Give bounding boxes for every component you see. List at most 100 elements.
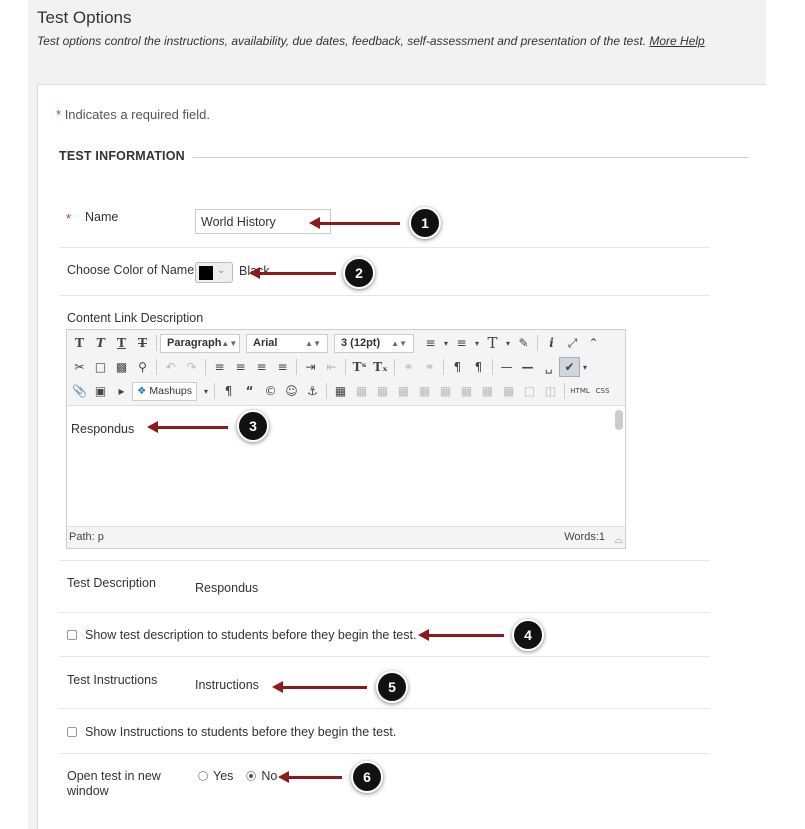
bold-icon[interactable]: T (69, 333, 90, 353)
paste-icon[interactable]: ▩ (111, 357, 132, 377)
show-description-label: Show test description to students before… (85, 628, 417, 642)
content-link-label: Content Link Description (67, 311, 204, 325)
highlight-icon[interactable]: ✎ (513, 333, 534, 353)
align-center-icon[interactable]: ≡ (230, 357, 251, 377)
more-help-link[interactable]: More Help (649, 34, 704, 48)
attach-file-icon[interactable]: 📎 (69, 381, 90, 401)
align-right-icon[interactable]: ≡ (251, 357, 272, 377)
toolbar-separator (214, 383, 216, 399)
color-picker-button[interactable]: ⌄ (195, 262, 233, 283)
ltr-icon[interactable]: ¶ (447, 357, 468, 377)
insert-media-icon[interactable]: ▸ (111, 381, 132, 401)
toolbar-separator (296, 359, 297, 375)
undo-icon[interactable]: ↶ (160, 357, 181, 377)
show-description-option: Show test description to students before… (67, 628, 416, 642)
font-size-value: 3 (12pt) (341, 337, 381, 349)
copy-icon[interactable]: □ (90, 357, 111, 377)
insert-table-icon[interactable]: ▦ (330, 381, 351, 401)
chevron-down-icon[interactable]: ▾ (580, 357, 590, 377)
mashups-menu-button[interactable]: ❖ Mashups (132, 381, 198, 401)
callout-arrow (147, 421, 228, 433)
search-icon[interactable]: ⚲ (132, 357, 153, 377)
chevron-down-icon[interactable]: ▾ (472, 333, 482, 353)
emoticon-icon[interactable]: ☺ (281, 381, 302, 401)
table-merge-cell-icon[interactable]: ▦ (498, 381, 519, 401)
paragraph-mark-icon[interactable]: ¶ (218, 381, 239, 401)
copyright-icon[interactable]: © (260, 381, 281, 401)
nonbreaking-space-icon[interactable]: ␣ (538, 357, 559, 377)
table-col-before-icon[interactable]: ▦ (414, 381, 435, 401)
callout-badge-5: 5 (376, 671, 408, 703)
callout-arrow (272, 681, 367, 693)
justify-icon[interactable]: ≡ (272, 357, 293, 377)
rtl-icon[interactable]: ¶ (468, 357, 489, 377)
chevron-down-icon[interactable]: ▾ (441, 333, 451, 353)
row-divider (59, 612, 710, 613)
font-family-select[interactable]: Arial ▲▼ (246, 333, 328, 353)
underline-icon[interactable]: T (111, 333, 132, 353)
chevron-down-icon[interactable]: ▾ (201, 381, 211, 401)
table-split-cell-icon[interactable]: ▦ (477, 381, 498, 401)
toolbar-separator (345, 359, 346, 375)
link-icon[interactable]: ⚭ (398, 357, 419, 377)
table-delete-row-icon[interactable]: ▦ (393, 381, 414, 401)
word-count: Words:1 (564, 531, 605, 543)
table-col-after-icon[interactable]: ▦ (435, 381, 456, 401)
toolbar-separator (564, 383, 566, 399)
anchor-icon[interactable]: ⚓ (302, 381, 323, 401)
required-note-text: Indicates a required field. (64, 107, 210, 122)
show-instructions-checkbox[interactable] (67, 727, 77, 737)
css-button[interactable]: CSS (592, 381, 613, 401)
select-arrow-icon: ▲▼ (305, 338, 321, 348)
cut-icon[interactable]: ✂ (69, 357, 90, 377)
callout-badge-6: 6 (351, 761, 383, 793)
spellcheck-icon[interactable]: ✔ (559, 357, 580, 377)
resize-grip-icon[interactable]: ⌓ (614, 534, 623, 547)
align-left-icon[interactable]: ≡ (209, 357, 230, 377)
subscript-icon[interactable]: Tₓ (370, 357, 391, 377)
thick-rule-icon[interactable]: — (517, 357, 538, 377)
toolbar-separator (394, 359, 395, 375)
outdent-icon[interactable]: ⇤ (321, 357, 342, 377)
superscript-icon[interactable]: Tˢ (349, 357, 370, 377)
bullet-list-icon[interactable]: ≡ (420, 333, 441, 353)
table-cell-props-icon[interactable]: □ (519, 381, 540, 401)
select-arrow-icon: ▲▼ (391, 338, 407, 348)
toolbar-separator (492, 359, 493, 375)
indent-icon[interactable]: ⇥ (300, 357, 321, 377)
text-color-icon[interactable]: T (482, 333, 503, 353)
callout-badge-1: 1 (409, 207, 441, 239)
paragraph-format-select[interactable]: Paragraph ▲▼ (160, 333, 240, 353)
horizontal-rule-icon[interactable]: — (496, 357, 517, 377)
font-size-select[interactable]: 3 (12pt) ▲▼ (334, 333, 414, 353)
strikethrough-icon[interactable]: T (132, 333, 153, 353)
insert-image-icon[interactable]: ▣ (90, 381, 111, 401)
table-row-props-icon[interactable]: ◫ (540, 381, 561, 401)
fullscreen-icon[interactable]: ⤢ (562, 333, 583, 353)
chevron-down-icon[interactable]: ▾ (503, 333, 513, 353)
blockquote-icon[interactable]: “ (239, 381, 260, 401)
table-row-before-icon[interactable]: ▦ (351, 381, 372, 401)
required-field-note: * Indicates a required field. (56, 107, 210, 122)
info-icon[interactable]: i (541, 333, 562, 353)
test-instructions-value: Instructions (195, 678, 259, 692)
table-delete-col-icon[interactable]: ▦ (456, 381, 477, 401)
italic-icon[interactable]: T (90, 333, 111, 353)
toolbar-separator (205, 359, 206, 375)
toolbar-row-3: 📎 ▣ ▸ ❖ Mashups ▾ ¶ “ © ☺ ⚓ ▦ ▦ ▦ ▦ ▦ ▦ ▦… (69, 380, 613, 402)
table-row-after-icon[interactable]: ▦ (372, 381, 393, 401)
callout-arrow (309, 217, 400, 229)
show-description-checkbox[interactable] (67, 630, 77, 640)
open-new-window-no-radio[interactable] (246, 771, 257, 781)
editor-content[interactable]: Respondus (71, 422, 134, 436)
unlink-icon[interactable]: ⚭ (419, 357, 440, 377)
toolbar-row-1: T T T T Paragraph ▲▼ Arial ▲▼ 3 (12pt) ▲▼ ≡… (69, 332, 604, 354)
html-source-button[interactable]: HTML (568, 381, 592, 401)
numbered-list-icon[interactable]: ≡ (451, 333, 472, 353)
collapse-toolbar-icon[interactable]: ⌃ (583, 333, 604, 353)
editor-scrollbar[interactable] (615, 410, 623, 430)
redo-icon[interactable]: ↷ (181, 357, 202, 377)
paragraph-format-value: Paragraph (167, 337, 222, 349)
mashups-icon: ❖ (137, 385, 147, 397)
open-new-window-yes-radio[interactable] (198, 771, 208, 781)
